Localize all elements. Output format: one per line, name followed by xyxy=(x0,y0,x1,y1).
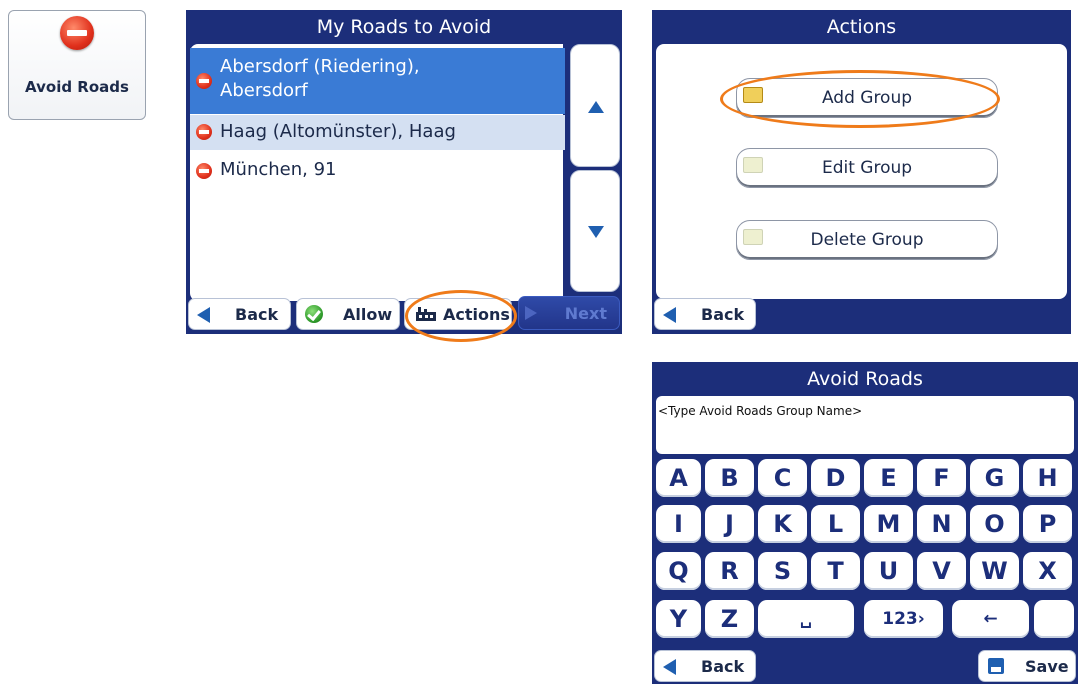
backspace-key[interactable]: ← xyxy=(952,600,1029,638)
key-i[interactable]: I xyxy=(656,505,701,543)
key-e[interactable]: E xyxy=(864,459,913,497)
edit-group-label: Edit Group xyxy=(821,158,913,178)
list-item[interactable]: Abersdorf (Riedering), Abersdorf xyxy=(190,48,565,114)
key-u[interactable]: U xyxy=(864,552,913,590)
key-j[interactable]: J xyxy=(705,505,754,543)
check-icon xyxy=(305,305,323,323)
scroll-up-button[interactable] xyxy=(570,44,620,167)
key-z[interactable]: Z xyxy=(705,600,754,638)
key-r[interactable]: R xyxy=(705,552,754,590)
no-entry-icon xyxy=(196,124,212,140)
key-t[interactable]: T xyxy=(811,552,860,590)
group-name-field[interactable]: <Type Avoid Roads Group Name> xyxy=(656,396,1074,454)
key-n[interactable]: N xyxy=(917,505,966,543)
save-button-label: Save xyxy=(1025,657,1069,676)
key-d[interactable]: D xyxy=(811,459,860,497)
list-item-label: Haag (Altomünster), Haag xyxy=(220,121,456,142)
numbers-key[interactable]: 123› xyxy=(864,600,943,638)
key-a[interactable]: A xyxy=(656,459,701,497)
key-o[interactable]: O xyxy=(970,505,1019,543)
delete-group-label: Delete Group xyxy=(810,230,924,250)
key-b[interactable]: B xyxy=(705,459,754,497)
scroll-down-button[interactable] xyxy=(570,170,620,292)
key-m[interactable]: M xyxy=(864,505,913,543)
key-k[interactable]: K xyxy=(758,505,807,543)
blank-key[interactable] xyxy=(1034,600,1074,638)
space-key[interactable]: ␣ xyxy=(758,600,854,638)
delete-group-button[interactable]: Delete Group xyxy=(736,220,998,260)
back-button[interactable]: Back xyxy=(654,298,756,330)
key-c[interactable]: C xyxy=(758,459,807,497)
screen-title: My Roads to Avoid xyxy=(316,16,492,38)
screen-title: Avoid Roads xyxy=(807,368,923,390)
down-arrow-icon xyxy=(588,226,604,238)
key-v[interactable]: V xyxy=(917,552,966,590)
back-button[interactable]: Back xyxy=(654,650,756,682)
back-button[interactable]: Back xyxy=(188,298,291,330)
list-item-label: München, 91 xyxy=(220,159,337,180)
group-name-keyboard-screen: Avoid Roads <Type Avoid Roads Group Name… xyxy=(652,362,1078,684)
roads-to-avoid-screen: My Roads to Avoid Abersdorf (Riedering),… xyxy=(186,10,622,334)
no-entry-icon xyxy=(60,16,94,50)
screen-title: Actions xyxy=(826,16,897,38)
allow-button[interactable]: Allow xyxy=(296,298,400,330)
key-x[interactable]: X xyxy=(1023,552,1072,590)
key-y[interactable]: Y xyxy=(656,600,701,638)
back-arrow-icon xyxy=(663,659,676,675)
actions-callout xyxy=(405,290,517,342)
back-arrow-icon xyxy=(663,307,676,323)
list-item[interactable]: Haag (Altomünster), Haag xyxy=(190,115,565,150)
key-l[interactable]: L xyxy=(811,505,860,543)
next-arrow-icon xyxy=(525,306,537,320)
back-button-label: Back xyxy=(235,305,279,324)
key-s[interactable]: S xyxy=(758,552,807,590)
allow-button-label: Allow xyxy=(343,305,393,324)
key-w[interactable]: W xyxy=(970,552,1019,590)
avoid-roads-tile-label: Avoid Roads xyxy=(25,78,129,96)
up-arrow-icon xyxy=(588,101,604,113)
group-name-placeholder: <Type Avoid Roads Group Name> xyxy=(658,404,863,418)
next-button-label: Next xyxy=(564,304,607,323)
add-group-callout xyxy=(720,70,1000,128)
actions-screen: Actions Add Group Edit Group Delete Grou… xyxy=(652,10,1071,334)
back-arrow-icon xyxy=(197,307,210,323)
list-item[interactable]: München, 91 xyxy=(190,154,565,186)
save-button[interactable]: Save xyxy=(978,650,1076,682)
key-h[interactable]: H xyxy=(1023,459,1072,497)
back-button-label: Back xyxy=(701,657,745,676)
no-entry-icon xyxy=(196,73,212,89)
list-item-line1: Abersdorf (Riedering), xyxy=(220,56,420,77)
key-f[interactable]: F xyxy=(917,459,966,497)
next-button[interactable]: Next xyxy=(518,296,620,330)
key-g[interactable]: G xyxy=(970,459,1019,497)
floppy-disk-icon xyxy=(988,658,1004,674)
back-button-label: Back xyxy=(701,305,745,324)
key-q[interactable]: Q xyxy=(656,552,701,590)
roads-list: Abersdorf (Riedering), Abersdorf Haag (A… xyxy=(190,44,565,301)
no-entry-icon xyxy=(196,163,212,179)
key-p[interactable]: P xyxy=(1023,505,1072,543)
list-item-line2: Abersdorf xyxy=(220,80,308,101)
edit-group-button[interactable]: Edit Group xyxy=(736,148,998,188)
